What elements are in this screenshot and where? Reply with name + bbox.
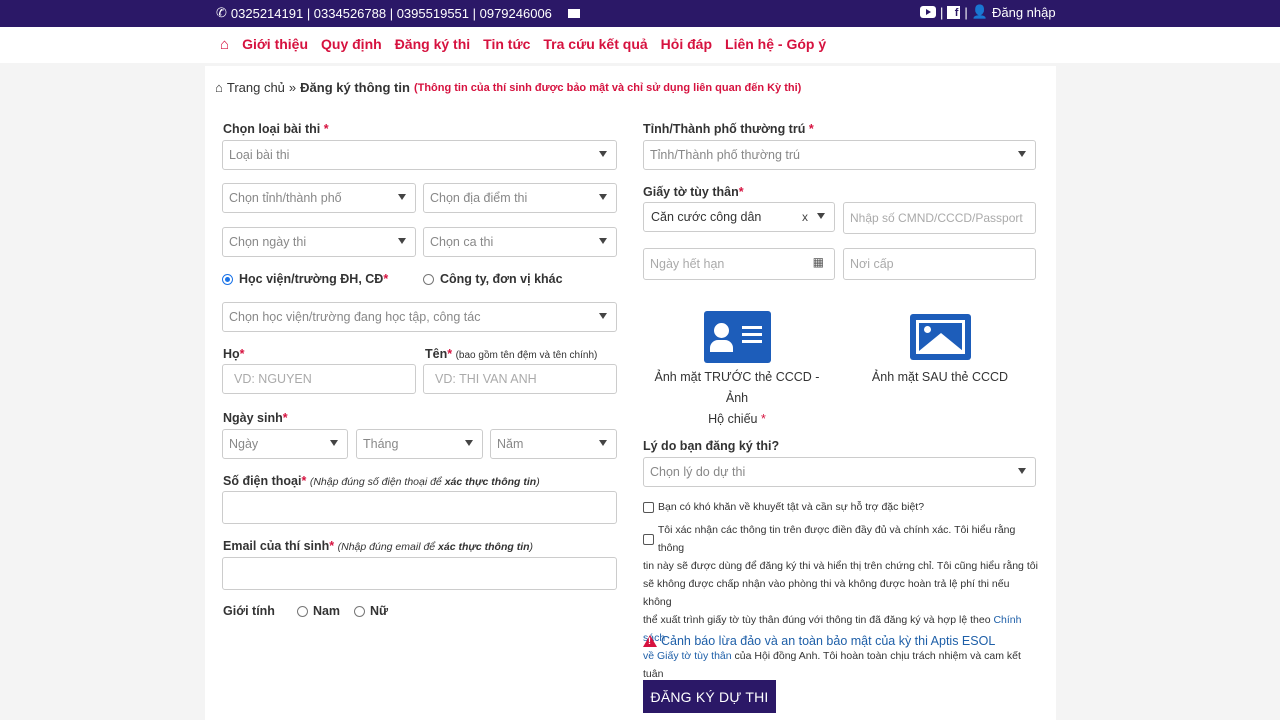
- warning-icon: [643, 635, 657, 647]
- fraud-warning-link[interactable]: Cảnh báo lừa đảo và an toàn bảo mật của …: [661, 634, 995, 648]
- gender-male-option[interactable]: Nam: [296, 604, 340, 618]
- venue-select[interactable]: Chọn địa điểm thi: [423, 183, 617, 213]
- radio-school-option[interactable]: Học viện/trường ĐH, CĐ*: [222, 272, 388, 286]
- disability-checkbox[interactable]: [643, 501, 654, 513]
- confirm-block: Tôi xác nhận các thông tin trên được điề…: [643, 524, 1038, 698]
- home-icon[interactable]: ⌂: [220, 36, 229, 53]
- chevron-down-icon: [1018, 468, 1026, 474]
- dob-year-select[interactable]: Năm: [490, 429, 617, 459]
- exam-type-select[interactable]: Loại bài thi: [222, 140, 617, 170]
- phone-input[interactable]: [222, 491, 617, 524]
- youtube-icon[interactable]: [920, 6, 936, 18]
- id-type-select[interactable]: Căn cước công dân x: [643, 202, 835, 232]
- chevron-down-icon: [398, 238, 406, 244]
- gender-female-option[interactable]: Nữ: [354, 604, 388, 618]
- radio-company[interactable]: [423, 273, 434, 285]
- nav-item-results[interactable]: Tra cứu kết quả: [543, 36, 647, 53]
- expiry-date-input[interactable]: Ngày hết hạn ▦: [643, 248, 835, 280]
- chevron-down-icon: [330, 440, 338, 446]
- phone-icon: ✆: [216, 5, 227, 20]
- nav-item-faq[interactable]: Hỏi đáp: [661, 36, 712, 53]
- radio-male[interactable]: [296, 605, 308, 617]
- id-doc-label: Giấy tờ tùy thân*: [643, 185, 744, 199]
- radio-company-option[interactable]: Công ty, đơn vị khác: [423, 272, 563, 286]
- nav-item-register[interactable]: Đăng ký thi: [395, 36, 470, 53]
- id-card-icon[interactable]: [704, 311, 771, 363]
- chevron-down-icon: [398, 194, 406, 200]
- hotline: ✆ 0325214191 | 0334526788 | 0395519551 |…: [216, 5, 580, 21]
- back-photo-caption: Ảnh mặt SAU thẻ CCCD: [871, 370, 1009, 384]
- image-icon[interactable]: [910, 314, 971, 360]
- chevron-down-icon: [599, 194, 607, 200]
- nav-item-news[interactable]: Tin tức: [483, 36, 530, 53]
- exam-shift-select[interactable]: Chọn ca thi: [423, 227, 617, 257]
- phone-label: Số điện thoại* (Nhập đúng số điện thoại …: [223, 474, 540, 488]
- breadcrumb-current: Đăng ký thông tin: [300, 80, 410, 95]
- privacy-note: (Thông tin của thí sinh được bảo mật và …: [413, 81, 802, 94]
- login-link[interactable]: Đăng nhập: [992, 5, 1056, 20]
- exam-type-label: Chọn loại bài thi *: [223, 122, 329, 136]
- exam-date-select[interactable]: Chọn ngày thi: [222, 227, 416, 257]
- calendar-icon[interactable]: ▦: [813, 255, 824, 269]
- chevron-down-icon: [465, 440, 473, 446]
- home-icon: ⌂: [215, 80, 223, 95]
- gender-group: Giới tính Nam Nữ: [223, 604, 388, 618]
- chevron-down-icon: [599, 440, 607, 446]
- dob-month-select[interactable]: Tháng: [356, 429, 483, 459]
- main-nav: ⌂ Giới thiệu Quy định Đăng ký thi Tin tứ…: [0, 27, 1280, 63]
- first-name-input[interactable]: VD: THI VAN ANH: [423, 364, 617, 394]
- top-bar-actions: | f | 👤 Đăng nhập: [920, 4, 1056, 20]
- email-input[interactable]: [222, 557, 617, 590]
- nav-item-rules[interactable]: Quy định: [321, 36, 382, 53]
- nav-item-intro[interactable]: Giới thiệu: [242, 36, 308, 53]
- residence-select[interactable]: Tỉnh/Thành phố thường trú: [643, 140, 1036, 170]
- chevron-down-icon: [599, 151, 607, 157]
- breadcrumb: ⌂ Trang chủ » Đăng ký thông tin (Thông t…: [215, 80, 801, 95]
- last-name-label: Họ*: [223, 347, 245, 361]
- gender-label: Giới tính: [223, 604, 275, 618]
- issued-place-input[interactable]: Nơi cấp: [843, 248, 1036, 280]
- chevron-down-icon: [817, 213, 825, 219]
- disability-option[interactable]: Bạn có khó khăn về khuyết tật và cần sự …: [643, 498, 924, 516]
- radio-female[interactable]: [354, 605, 366, 617]
- hotline-numbers: 0325214191 | 0334526788 | 0395519551 | 0…: [230, 5, 552, 21]
- top-bar: ✆ 0325214191 | 0334526788 | 0395519551 |…: [0, 0, 1280, 27]
- school-select[interactable]: Chọn học viện/trường đang học tập, công …: [222, 302, 617, 332]
- reason-select[interactable]: Chọn lý do dự thi: [643, 457, 1036, 487]
- chevron-right-icon: »: [288, 80, 297, 95]
- facebook-icon[interactable]: f: [947, 5, 961, 19]
- fraud-warning[interactable]: Cảnh báo lừa đảo và an toàn bảo mật của …: [643, 634, 995, 648]
- chevron-down-icon: [599, 238, 607, 244]
- dob-label: Ngày sinh*: [223, 411, 288, 425]
- residence-label: Tỉnh/Thành phố thường trú *: [643, 122, 814, 136]
- separator: |: [964, 4, 968, 20]
- email-label: Email của thí sinh* (Nhập đúng email để …: [223, 539, 534, 553]
- reason-label: Lý do bạn đăng ký thi?: [643, 439, 780, 453]
- confirm-checkbox[interactable]: [643, 533, 654, 545]
- chevron-down-icon: [1018, 151, 1026, 157]
- policy-link[interactable]: về Giấy tờ tùy thân: [643, 650, 732, 662]
- first-name-label: Tên* (bao gồm tên đệm và tên chính): [425, 347, 598, 361]
- nav-item-contact[interactable]: Liên hệ - Góp ý: [725, 36, 826, 53]
- user-icon: 👤: [971, 4, 988, 19]
- dob-day-select[interactable]: Ngày: [222, 429, 348, 459]
- separator: |: [940, 4, 944, 20]
- id-number-input[interactable]: Nhập số CMND/CCCD/Passport: [843, 202, 1036, 234]
- radio-school[interactable]: [222, 273, 233, 285]
- mail-icon[interactable]: [567, 8, 580, 18]
- last-name-input[interactable]: VD: NGUYEN: [222, 364, 416, 394]
- chevron-down-icon: [599, 313, 607, 319]
- breadcrumb-home[interactable]: Trang chủ: [227, 80, 285, 95]
- clear-icon[interactable]: x: [802, 210, 808, 224]
- submit-button[interactable]: ĐĂNG KÝ DỰ THI: [643, 680, 776, 713]
- front-photo-caption: Ảnh mặt TRƯỚC thẻ CCCD - Ảnh Hộ chiếu *: [654, 370, 820, 426]
- province-select[interactable]: Chọn tỉnh/thành phố: [222, 183, 416, 213]
